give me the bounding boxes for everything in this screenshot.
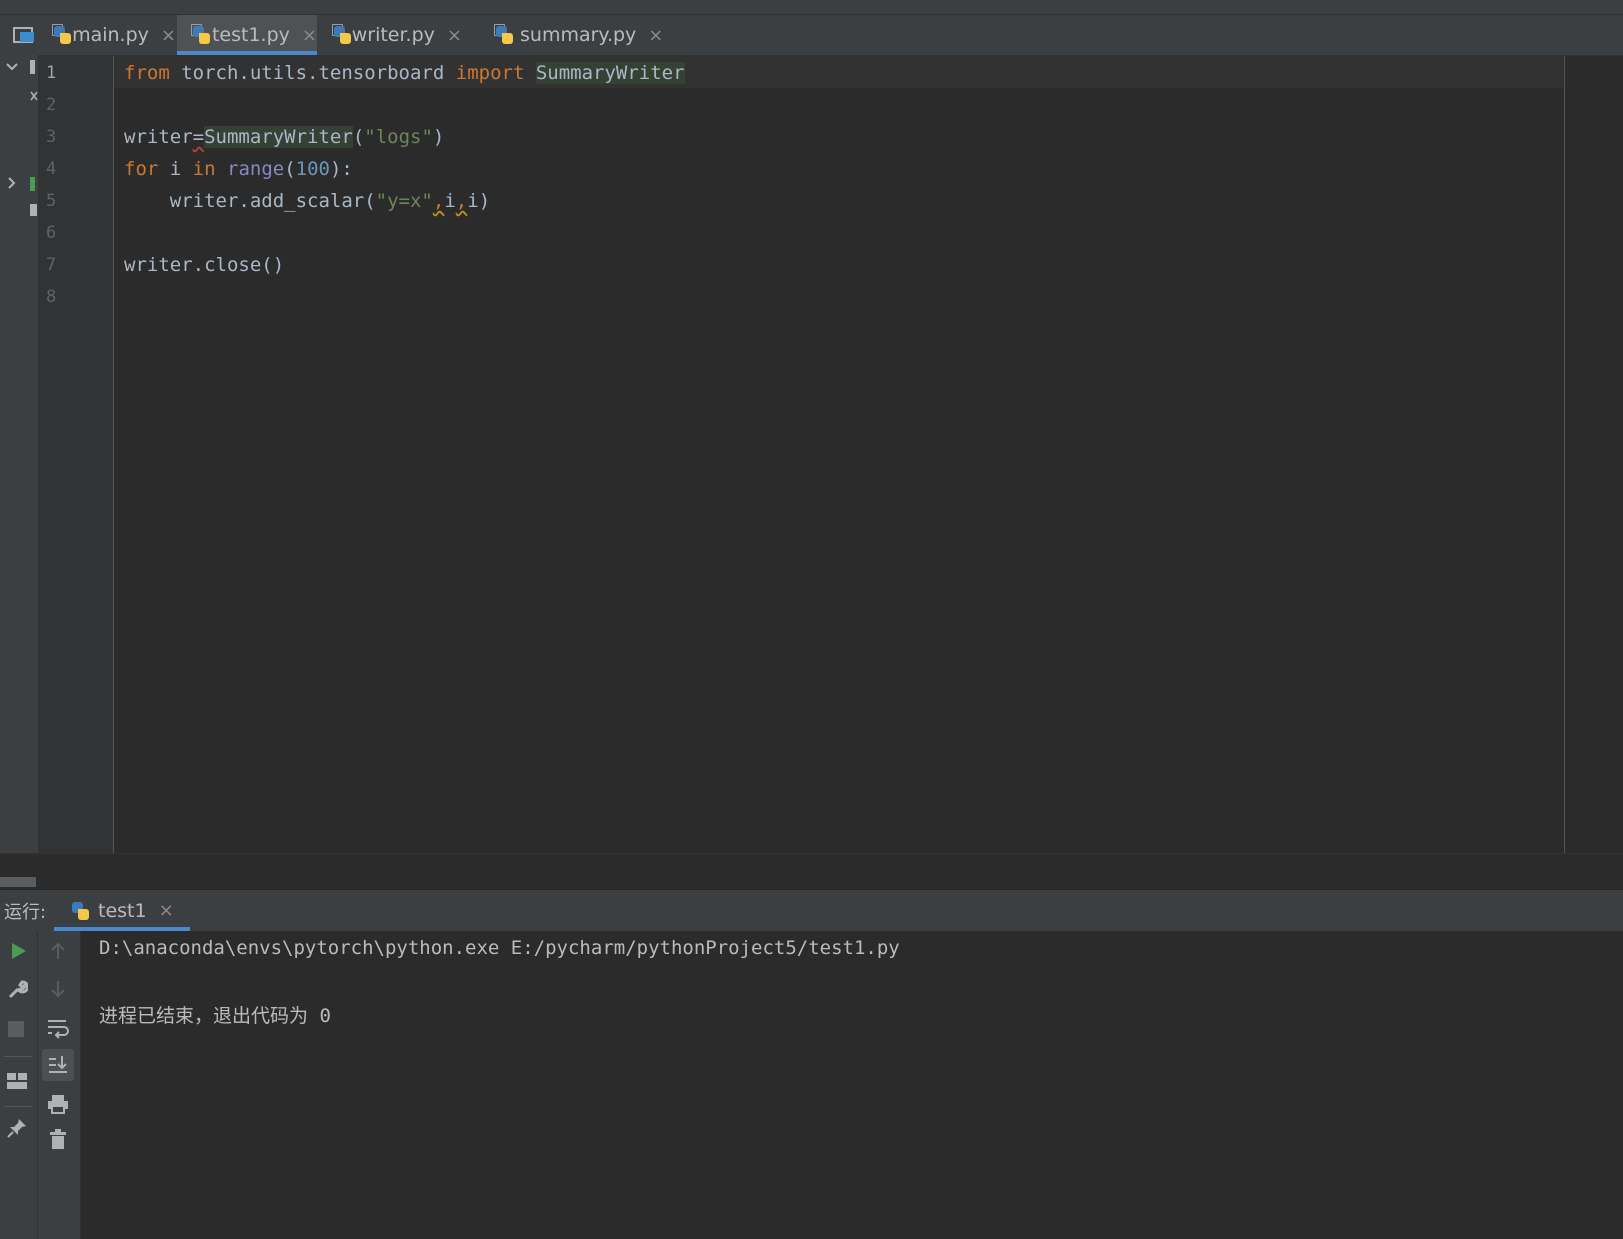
- run-tab-test1[interactable]: test1 ×: [54, 890, 190, 931]
- tab-summary-py[interactable]: summary.py ×: [494, 15, 664, 55]
- line-number: 5: [46, 191, 57, 211]
- code-line-7[interactable]: writer.close(): [124, 249, 284, 281]
- tab-label: main.py: [72, 24, 149, 46]
- python-file-icon: [52, 24, 71, 46]
- tab-test1-py[interactable]: test1.py ×: [177, 15, 317, 55]
- toolbar-divider: [4, 1056, 32, 1057]
- tree-node-marker-green: [30, 177, 35, 191]
- tab-label: test1.py: [211, 24, 290, 46]
- line-number: 1: [46, 63, 57, 83]
- class-name: SummaryWriter: [535, 62, 685, 84]
- close-icon[interactable]: ×: [648, 25, 663, 46]
- line-number: 6: [46, 223, 57, 243]
- loop-var: i: [158, 158, 193, 180]
- project-tool-strip: [0, 15, 39, 889]
- comma: ,: [432, 190, 445, 212]
- soft-wrap-icon[interactable]: [46, 1017, 70, 1039]
- tree-node-marker-2: [30, 204, 37, 216]
- paren: (: [284, 158, 296, 180]
- code-line-3[interactable]: writer=SummaryWriter("logs"): [124, 121, 444, 153]
- arrow-down-icon[interactable]: [48, 979, 68, 999]
- close-icon[interactable]: ×: [447, 25, 462, 46]
- close-icon[interactable]: ×: [302, 25, 317, 46]
- python-file-icon: [70, 900, 90, 922]
- arg: i: [467, 190, 479, 212]
- paren: (: [352, 126, 365, 148]
- line-number: 2: [46, 95, 57, 115]
- run-console-output[interactable]: [81, 931, 1623, 1239]
- line-number: 3: [46, 127, 57, 147]
- python-file-icon: [332, 24, 351, 46]
- code-line-5[interactable]: writer.add_scalar("y=x",i,i): [124, 185, 490, 217]
- arg: i: [444, 190, 456, 212]
- class-name: SummaryWriter: [204, 126, 353, 148]
- close-icon[interactable]: ×: [159, 900, 174, 921]
- run-panel-title: 运行:: [4, 902, 47, 923]
- code-line-1[interactable]: from torch.utils.tensorboard import Summ…: [124, 57, 685, 89]
- run-toolbar-primary: [0, 931, 38, 1239]
- tab-label: writer.py: [351, 24, 435, 46]
- layout-icon[interactable]: [6, 1071, 28, 1091]
- run-panel-header: 运行: test1 ×: [0, 889, 1623, 931]
- python-file-icon: [191, 24, 210, 46]
- run-toolbar-secondary: [38, 931, 81, 1239]
- wrench-icon[interactable]: [6, 979, 28, 1001]
- tab-writer-py[interactable]: writer.py ×: [332, 15, 462, 55]
- expand-chevron-icon[interactable]: [4, 175, 20, 191]
- variable: writer: [124, 126, 193, 148]
- code-line-4[interactable]: for i in range(100):: [124, 153, 353, 185]
- line-number: 4: [46, 159, 57, 179]
- paren: ): [478, 190, 491, 212]
- trash-icon[interactable]: [48, 1129, 68, 1151]
- paren: ): [432, 126, 445, 148]
- line-number: 7: [46, 255, 57, 275]
- scrollbar-thumb[interactable]: [0, 877, 36, 887]
- run-tab-label: test1: [98, 899, 147, 922]
- string-literal: "y=x": [375, 190, 433, 212]
- print-icon[interactable]: [46, 1093, 70, 1115]
- project-view-icon[interactable]: [12, 25, 36, 45]
- comma: ,: [455, 190, 468, 212]
- module-path: torch.utils.tensorboard: [169, 62, 456, 84]
- string-literal: "logs": [364, 126, 433, 148]
- scroll-to-end-toggle[interactable]: [42, 1049, 74, 1081]
- keyword: import: [455, 62, 525, 84]
- line-number: 8: [46, 287, 57, 307]
- run-icon[interactable]: [8, 941, 28, 961]
- builtin: range: [227, 158, 285, 180]
- console-line-command: D:\anaconda\envs\pytorch\python.exe E:/p…: [99, 937, 900, 959]
- collapse-chevron-icon[interactable]: [4, 59, 20, 75]
- python-file-icon: [494, 24, 514, 46]
- tab-label: summary.py: [520, 24, 637, 46]
- number-literal: 100: [295, 158, 330, 180]
- keyword: in: [192, 158, 216, 180]
- tab-main-py[interactable]: main.py ×: [52, 15, 176, 55]
- editor-tab-bar: main.py × test1.py × writer.py × summary…: [38, 15, 1623, 56]
- keyword: from: [124, 62, 170, 84]
- stop-icon[interactable]: [8, 1021, 24, 1037]
- close-icon[interactable]: ×: [161, 25, 176, 46]
- tree-close-mark-icon: [30, 91, 38, 101]
- pin-icon[interactable]: [6, 1117, 28, 1139]
- operator: =: [192, 126, 205, 148]
- paren: ):: [329, 158, 353, 180]
- toolbar-divider: [4, 1106, 32, 1107]
- tree-node-marker: [30, 60, 35, 74]
- right-margin-guide: [1564, 56, 1565, 853]
- keyword: for: [124, 158, 159, 180]
- arrow-up-icon[interactable]: [48, 941, 68, 961]
- method-call: writer.add_scalar(: [124, 190, 376, 212]
- editor-horizontal-scrollbar[interactable]: [0, 853, 1623, 889]
- console-line-exit: 进程已结束，退出代码为 0: [99, 1005, 331, 1027]
- scroll-to-end-icon: [49, 1056, 67, 1073]
- title-strip: [0, 0, 1623, 15]
